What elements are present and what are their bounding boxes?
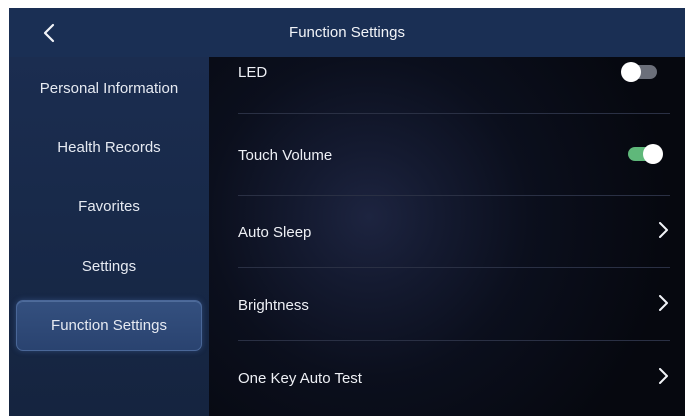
sidebar-item-settings[interactable]: Settings	[9, 241, 209, 291]
led-toggle[interactable]	[621, 62, 657, 82]
header-bar: Function Settings	[9, 8, 685, 57]
setting-row-touch-volume: Touch Volume	[238, 114, 670, 196]
sidebar-item-label: Favorites	[78, 197, 140, 215]
setting-label: Touch Volume	[238, 147, 333, 164]
setting-row-one-key-auto-test[interactable]: One Key Auto Test	[238, 341, 670, 416]
page-title: Function Settings	[289, 24, 405, 41]
chevron-right-icon[interactable]	[656, 295, 670, 311]
sidebar-item-favorites[interactable]: Favorites	[9, 181, 209, 231]
setting-label: LED	[238, 64, 268, 81]
toggle-knob	[643, 144, 663, 164]
touch-volume-toggle[interactable]	[628, 144, 663, 164]
sidebar-item-label: Health Records	[57, 138, 161, 156]
chevron-right-icon[interactable]	[656, 368, 670, 384]
setting-row-brightness[interactable]: Brightness	[238, 268, 670, 341]
sidebar-item-function-settings[interactable]: Function Settings	[16, 300, 202, 351]
setting-row-led: LED	[238, 57, 670, 114]
sidebar: Personal Information Health Records Favo…	[9, 57, 209, 416]
toggle-knob	[621, 62, 641, 82]
setting-label: One Key Auto Test	[238, 370, 362, 387]
settings-panel: LED Touch Volume Auto Sleep Brightness O…	[209, 57, 685, 416]
sidebar-item-label: Function Settings	[51, 317, 167, 334]
chevron-right-icon[interactable]	[656, 222, 670, 238]
sidebar-item-label: Personal Information	[39, 79, 179, 97]
sidebar-item-health-records[interactable]: Health Records	[9, 122, 209, 172]
setting-label: Brightness	[238, 297, 309, 314]
setting-row-auto-sleep[interactable]: Auto Sleep	[238, 196, 670, 268]
sidebar-item-personal-information[interactable]: Personal Information	[9, 63, 209, 113]
sidebar-item-label: Settings	[81, 257, 137, 275]
device-screen: Function Settings Personal Information H…	[0, 0, 693, 416]
setting-label: Auto Sleep	[238, 224, 312, 241]
